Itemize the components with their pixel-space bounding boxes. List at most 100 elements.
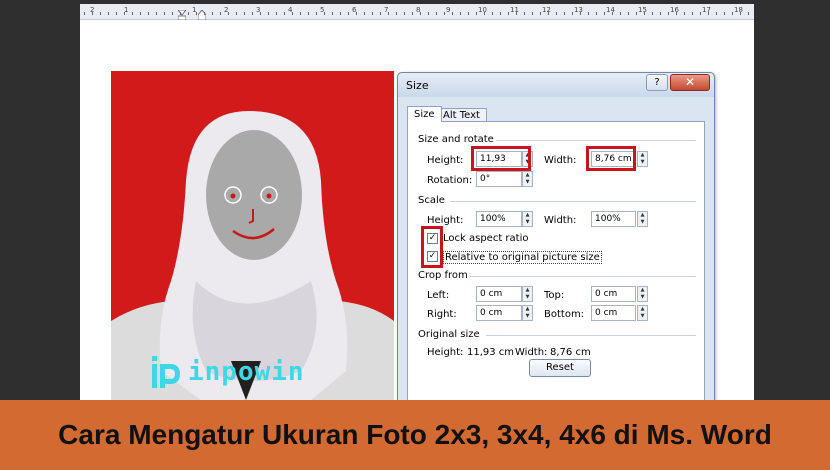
- ruler-tick: [364, 12, 365, 15]
- ruler-tick: [356, 12, 357, 15]
- ruler-tick: [316, 12, 317, 15]
- passport-photo[interactable]: [111, 71, 394, 400]
- ruler-tick: [532, 12, 533, 15]
- ruler-tick: [452, 12, 453, 15]
- ruler-number: 11: [510, 6, 519, 14]
- help-button[interactable]: ?: [646, 74, 668, 91]
- dialog-title-bar[interactable]: Size ? ✕: [398, 73, 714, 97]
- original-height-label: Height:: [427, 347, 464, 358]
- ruler-tick: [708, 12, 709, 15]
- crop-top-input[interactable]: 0 cm: [591, 286, 636, 302]
- ruler-tick: [412, 12, 413, 15]
- ruler-tick: [700, 12, 701, 15]
- scale-height-spinner[interactable]: ▲ ▼: [522, 211, 533, 227]
- crop-top-spinner[interactable]: ▲ ▼: [637, 286, 648, 302]
- crop-right-input[interactable]: 0 cm: [476, 305, 522, 321]
- section-size-rotate: Size and rotate: [418, 134, 494, 145]
- ruler-tick: [156, 12, 157, 15]
- original-width-value: 8,76 cm: [550, 347, 591, 358]
- ruler-tick: [636, 12, 637, 15]
- scale-height-input[interactable]: 100%: [476, 211, 522, 227]
- ruler-tick: [732, 12, 733, 15]
- scale-width-label: Width:: [544, 215, 577, 226]
- ruler-number: 10: [478, 6, 487, 14]
- ruler-tick: [596, 12, 597, 15]
- ruler-tick: [588, 12, 589, 15]
- scale-width-input[interactable]: 100%: [591, 211, 636, 227]
- crop-bottom-spinner[interactable]: ▲ ▼: [637, 305, 648, 321]
- ruler-tick: [164, 12, 165, 15]
- ruler-tick: [436, 12, 437, 15]
- ruler-tick: [172, 12, 173, 15]
- ruler-tick: [268, 12, 269, 15]
- ruler-tick: [476, 12, 477, 15]
- width-highlight: [586, 146, 636, 171]
- ruler-tick: [196, 12, 197, 15]
- checkbox-highlight: [421, 226, 443, 268]
- section-crop: Crop from: [418, 270, 468, 281]
- ruler-tick: [644, 12, 645, 15]
- ruler-tick: [524, 12, 525, 15]
- ruler-tick: [748, 12, 749, 15]
- tab-alt-text[interactable]: Alt Text: [436, 108, 487, 122]
- relative-size-label: Relative to original picture size: [443, 251, 602, 264]
- crop-left-input[interactable]: 0 cm: [476, 286, 522, 302]
- ruler-tick: [300, 12, 301, 15]
- watermark-text: inpowin: [188, 357, 305, 387]
- ruler-number: 12: [542, 6, 551, 14]
- ruler-tick: [388, 12, 389, 15]
- ruler-tick: [132, 12, 133, 15]
- ruler-tick: [500, 12, 501, 15]
- reset-button[interactable]: Reset: [529, 359, 591, 377]
- tab-size[interactable]: Size: [407, 106, 442, 122]
- ruler-number: 13: [574, 6, 583, 14]
- ruler-tick: [468, 12, 469, 15]
- section-original-size: Original size: [418, 329, 480, 340]
- ruler-tick: [444, 12, 445, 15]
- rotation-spinner[interactable]: ▲ ▼: [522, 171, 533, 187]
- ruler-number: 14: [606, 6, 615, 14]
- ruler-tick: [252, 12, 253, 15]
- ruler-tick: [572, 12, 573, 15]
- ruler-tick: [420, 12, 421, 15]
- ruler-number: 15: [638, 6, 647, 14]
- ruler-tick: [148, 12, 149, 15]
- watermark: inpowin: [150, 354, 305, 390]
- ruler-tick: [548, 12, 549, 15]
- ruler-tick: [340, 12, 341, 15]
- crop-left-spinner[interactable]: ▲ ▼: [522, 286, 533, 302]
- horizontal-ruler[interactable]: 2 1 1 2 3 4 5 6 7 8 9 10 11 12 13 14 15 …: [80, 4, 754, 21]
- crop-bottom-input[interactable]: 0 cm: [591, 305, 636, 321]
- ruler-tick: [204, 12, 205, 15]
- dialog-title: Size: [406, 79, 429, 92]
- ruler-tick: [92, 12, 93, 15]
- ruler-tick: [212, 12, 213, 15]
- inpowin-logo-icon: [150, 354, 182, 390]
- ruler-tick: [460, 12, 461, 15]
- close-button[interactable]: ✕: [670, 74, 710, 91]
- frame-left: [0, 0, 80, 400]
- size-dialog[interactable]: Size ? ✕ Size Alt Text Size and rotate H…: [397, 72, 715, 403]
- ruler-tick: [236, 12, 237, 15]
- ruler-tick: [716, 12, 717, 15]
- width-spinner[interactable]: ▲ ▼: [637, 151, 648, 167]
- ruler-tick: [276, 12, 277, 15]
- ruler-tick: [284, 12, 285, 15]
- ruler-number: 17: [702, 6, 711, 14]
- original-width-label: Width:: [515, 347, 548, 358]
- original-height-value: 11,93 cm: [467, 347, 515, 358]
- ruler-tick: [244, 12, 245, 15]
- ruler-tick: [724, 12, 725, 15]
- ruler-tick: [84, 12, 85, 15]
- ruler-tick: [116, 12, 117, 15]
- rotation-input[interactable]: 0°: [476, 171, 522, 187]
- crop-bottom-label: Bottom:: [544, 309, 585, 320]
- crop-right-spinner[interactable]: ▲ ▼: [522, 305, 533, 321]
- scale-width-spinner[interactable]: ▲ ▼: [637, 211, 648, 227]
- banner-title: Cara Mengatur Ukuran Foto 2x3, 3x4, 4x6 …: [58, 419, 772, 450]
- ruler-number: 18: [734, 6, 743, 14]
- ruler-number: 16: [670, 6, 679, 14]
- lock-aspect-label: Lock aspect ratio: [443, 233, 529, 244]
- ruler-tick: [428, 12, 429, 15]
- ruler-tick: [380, 12, 381, 15]
